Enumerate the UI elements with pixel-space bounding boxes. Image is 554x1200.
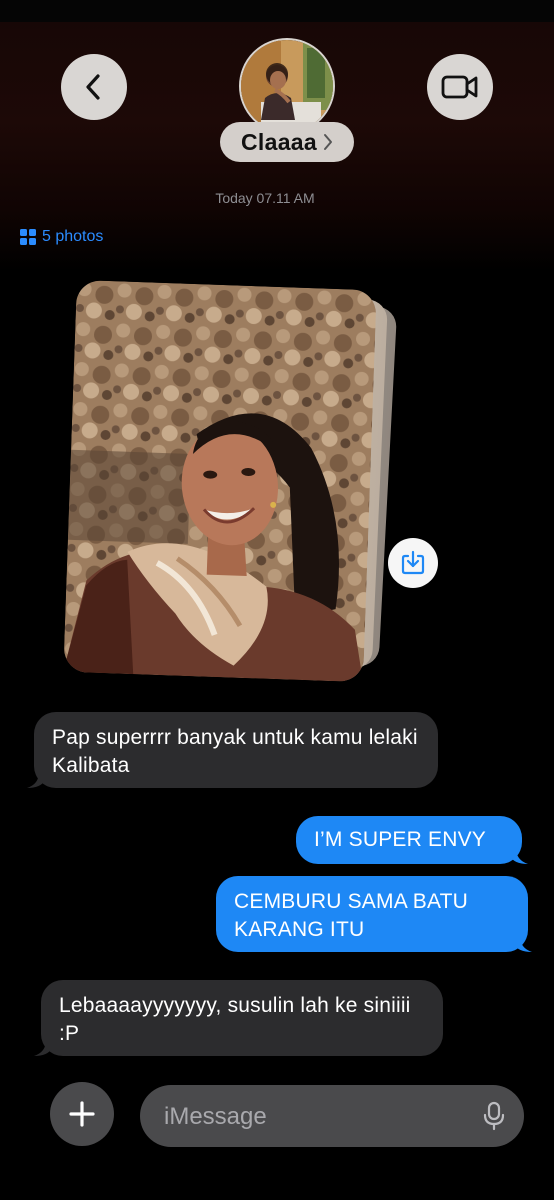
- add-attachment-button[interactable]: [50, 1082, 114, 1146]
- bubble-tail: [34, 1040, 52, 1056]
- message-text: Pap superrrr banyak untuk kamu lelaki Ka…: [52, 726, 418, 777]
- outgoing-message-bubble[interactable]: I’M SUPER ENVY: [296, 816, 522, 864]
- download-icon: [401, 550, 425, 575]
- bubble-tail: [27, 772, 45, 788]
- message-text: Lebaaaayyyyyyy, susulin lah ke siniiii :…: [59, 994, 411, 1045]
- plus-icon: [69, 1101, 95, 1127]
- chevron-right-icon: [323, 134, 332, 150]
- photo-message[interactable]: [63, 279, 377, 683]
- grid-icon: [20, 229, 36, 245]
- message-text: I’M SUPER ENVY: [314, 828, 486, 851]
- chevron-left-icon: [86, 74, 100, 100]
- photo-image: [63, 279, 377, 683]
- contact-name-button[interactable]: Claaaa: [220, 122, 354, 162]
- avatar-image: [241, 40, 333, 132]
- message-input[interactable]: [162, 1085, 466, 1149]
- message-timestamp: Today 07.11 AM: [215, 190, 315, 206]
- save-photos-button[interactable]: [388, 538, 438, 588]
- back-button[interactable]: [61, 54, 127, 120]
- contact-name: Claaaa: [241, 128, 317, 155]
- bubble-tail: [510, 848, 528, 864]
- video-camera-icon: [441, 75, 478, 99]
- status-bar-area: [0, 0, 554, 22]
- message-text: CEMBURU SAMA BATU KARANG ITU: [234, 890, 469, 941]
- photos-collection-link[interactable]: 5 photos: [20, 228, 103, 246]
- outgoing-message-bubble[interactable]: CEMBURU SAMA BATU KARANG ITU: [216, 876, 528, 952]
- incoming-message-bubble[interactable]: Pap superrrr banyak untuk kamu lelaki Ka…: [34, 712, 438, 788]
- message-compose-field[interactable]: [140, 1085, 524, 1149]
- contact-avatar[interactable]: [239, 38, 335, 134]
- incoming-message-bubble[interactable]: Lebaaaayyyyyyy, susulin lah ke siniiii :…: [41, 980, 443, 1056]
- bubble-tail: [514, 936, 532, 952]
- microphone-icon[interactable]: [482, 1101, 506, 1131]
- video-call-button[interactable]: [427, 54, 493, 120]
- photos-link-label: 5 photos: [42, 228, 104, 245]
